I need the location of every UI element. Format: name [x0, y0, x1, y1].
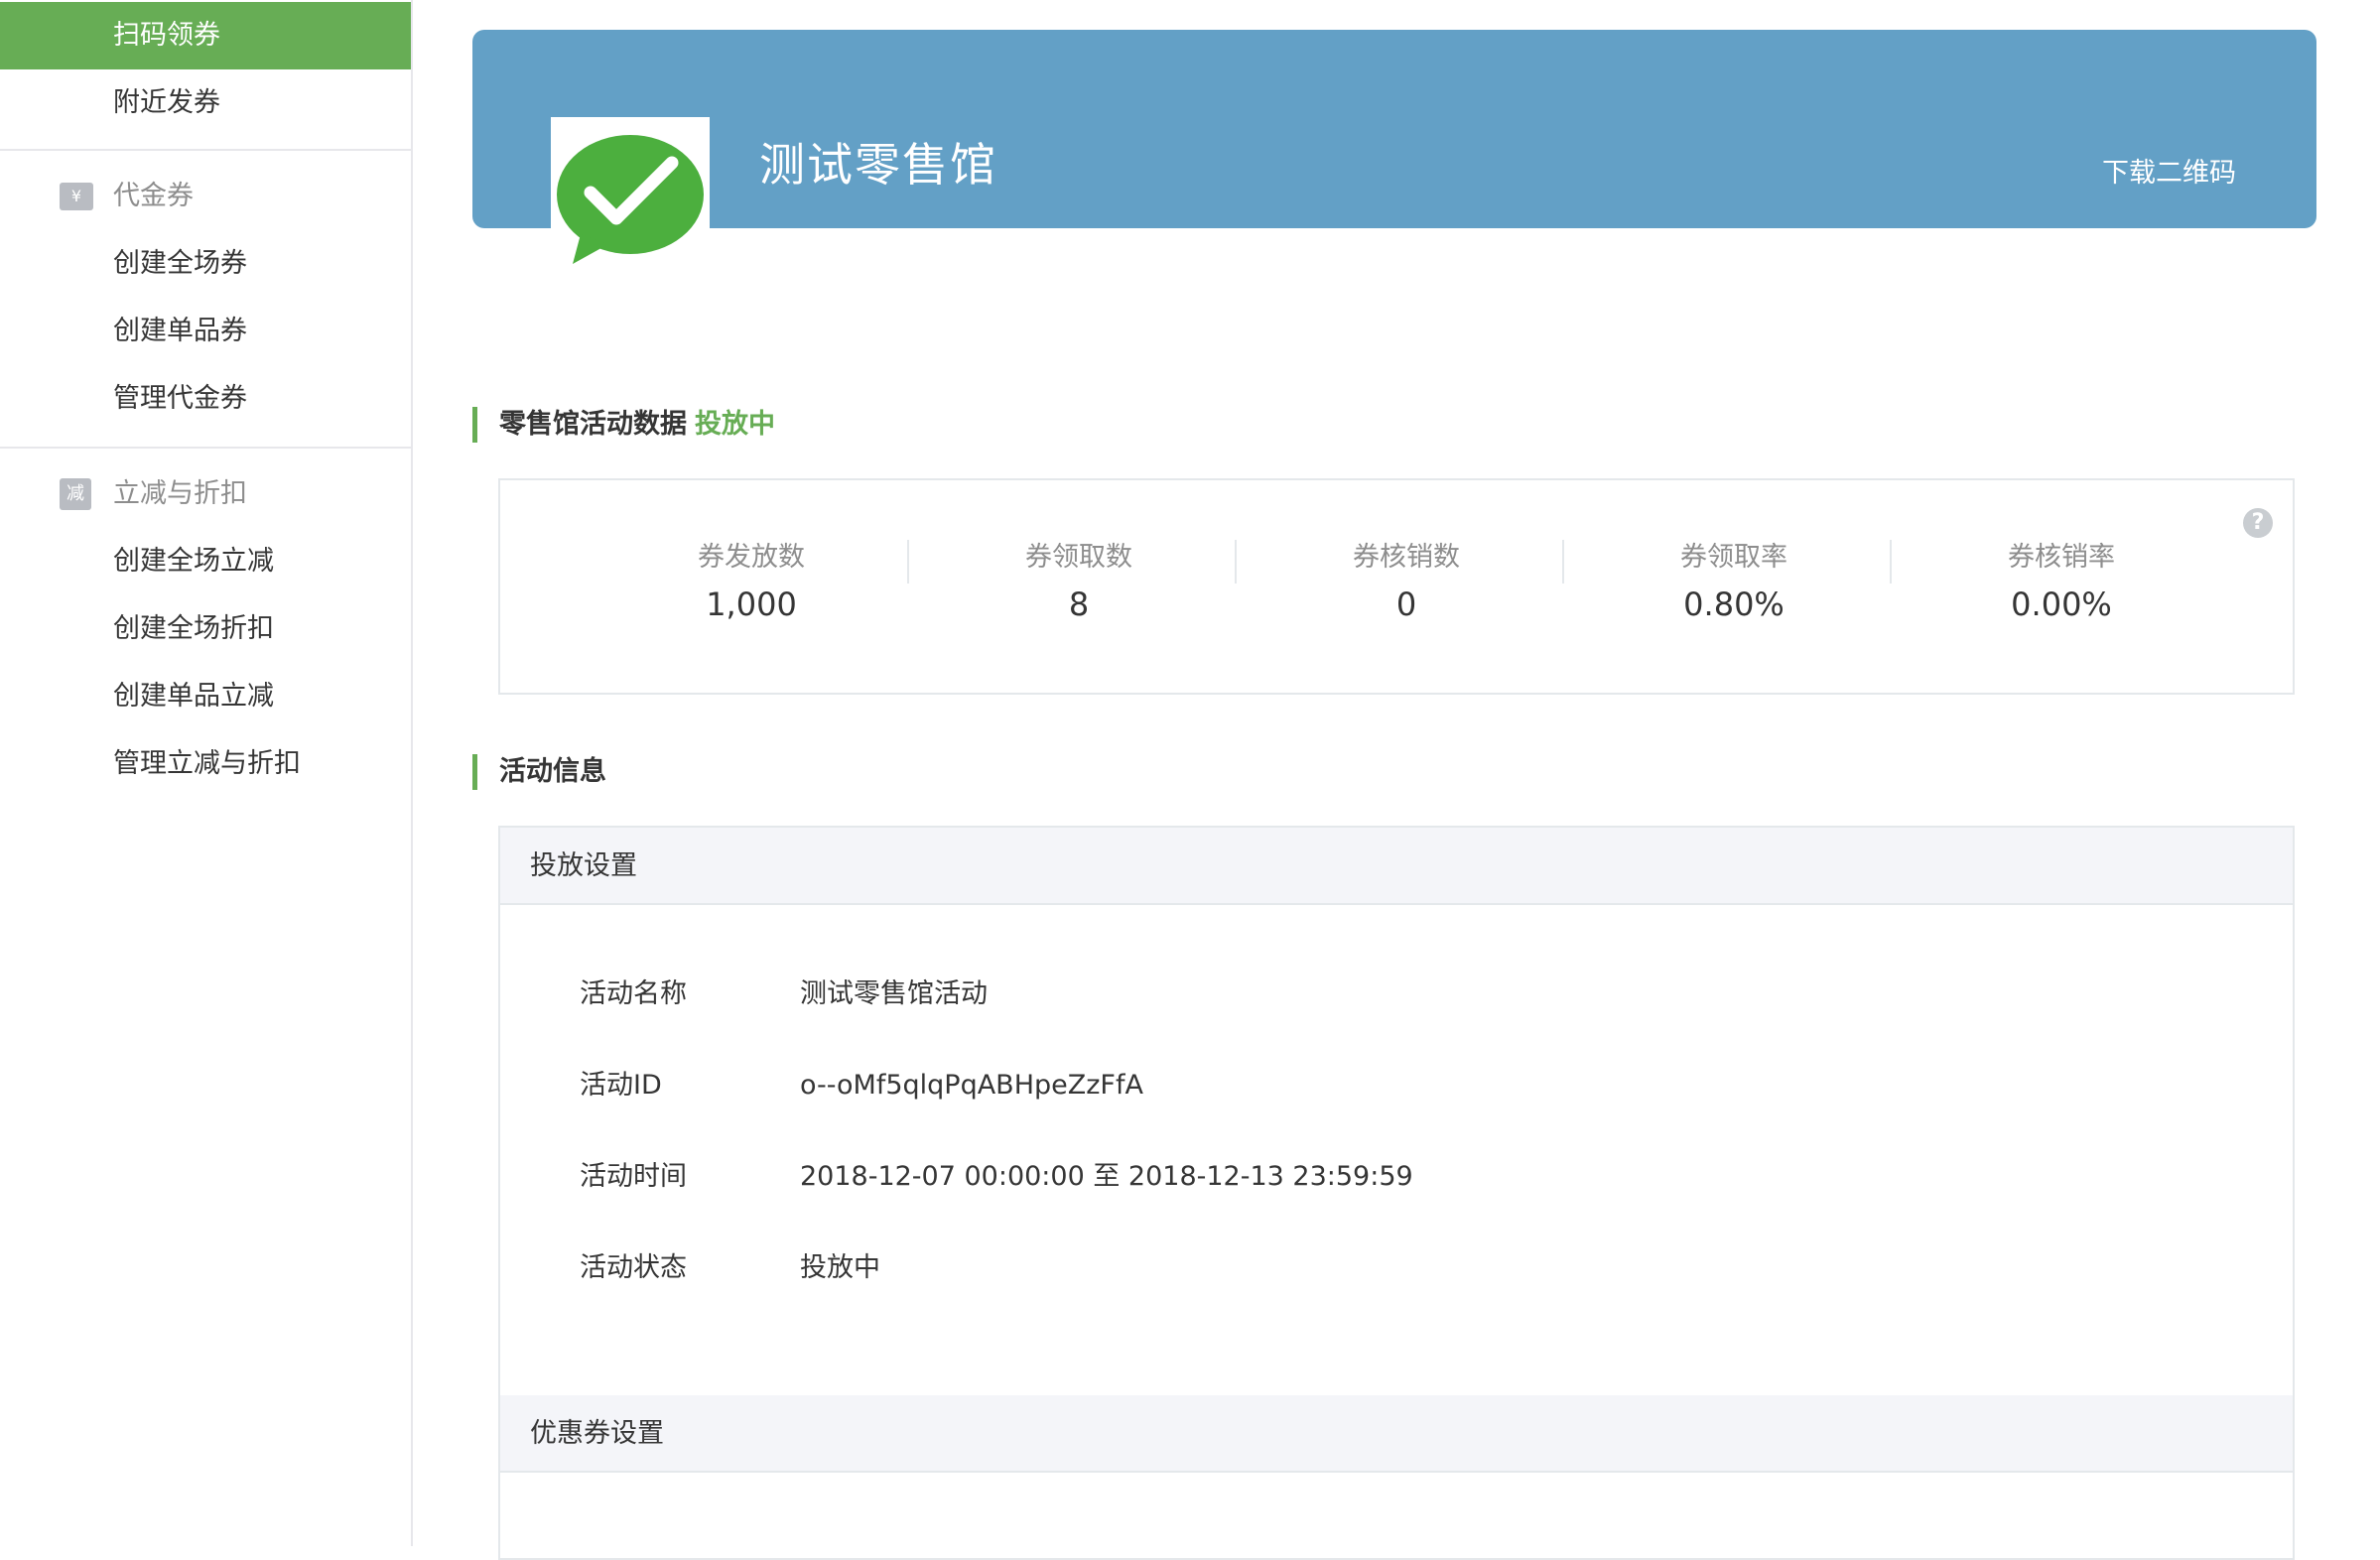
stat-value: 0 [1395, 585, 1417, 623]
info-value: 投放中 [800, 1252, 880, 1283]
panel-heading-delivery: 投放设置 [500, 828, 2293, 905]
stat-label: 券发放数 [698, 542, 805, 573]
section-title-stats: 零售馆活动数据 投放中 [472, 407, 775, 443]
sidebar-item-create-single-voucher[interactable]: 创建单品券 [0, 298, 411, 365]
header-banner [472, 30, 2316, 228]
info-value: 测试零售馆活动 [800, 978, 988, 1009]
stat-value: 0.80% [1683, 585, 1785, 623]
info-label: 活动状态 [580, 1252, 687, 1283]
sidebar-item-create-store-voucher[interactable]: 创建全场券 [0, 230, 411, 298]
sidebar-item-scan-coupon[interactable]: 扫码领券 [0, 2, 411, 69]
sidebar-item-create-store-reduction[interactable]: 创建全场立减 [0, 528, 411, 595]
stat-divider [907, 540, 909, 584]
sidebar-item-nearby-coupon[interactable]: 附近发券 [0, 69, 411, 137]
store-logo [551, 117, 710, 274]
yen-icon: ¥ [60, 183, 93, 210]
info-label: 活动时间 [580, 1161, 687, 1192]
help-circle-icon[interactable]: ? [2243, 508, 2273, 538]
page-title: 测试零售馆 [759, 138, 997, 192]
stats-box: 券发放数 1,000 券领取数 8 券核销数 0 券领取率 0.80% 券核销率… [498, 478, 2295, 695]
stat-divider [1890, 540, 1892, 584]
sidebar-group-label: 立减与折扣 [113, 478, 247, 509]
sidebar-item-manage-voucher[interactable]: 管理代金券 [0, 365, 411, 433]
stat-label: 券领取数 [1025, 542, 1132, 573]
info-label: 活动名称 [580, 978, 687, 1009]
status-badge: 投放中 [695, 409, 775, 440]
sidebar-group-voucher: ¥ 代金券 [0, 163, 411, 230]
sidebar-group-label: 代金券 [113, 181, 194, 211]
stat-issued: 券发放数 1,000 [588, 538, 915, 623]
stat-label: 券核销率 [2008, 542, 2115, 573]
stat-divider [1235, 540, 1237, 584]
panel-heading-coupon: 优惠券设置 [500, 1395, 2293, 1473]
stat-label: 券领取率 [1680, 542, 1787, 573]
stat-value: 0.00% [2011, 585, 2112, 623]
info-value: 2018-12-07 00:00:00 至 2018-12-13 23:59:5… [800, 1161, 1413, 1192]
download-qrcode-link[interactable]: 下载二维码 [2102, 151, 2236, 190]
sidebar-divider [0, 447, 411, 449]
stat-label: 券核销数 [1353, 542, 1460, 573]
stat-value: 8 [1068, 585, 1090, 623]
discount-icon: 减 [60, 478, 91, 510]
stat-redeem-rate: 券核销率 0.00% [1898, 538, 2225, 623]
sidebar: 扫码领券 附近发券 ¥ 代金券 创建全场券 创建单品券 管理代金券 减 立减与折… [0, 0, 413, 1546]
activity-info-panel: 投放设置 活动名称 测试零售馆活动 活动ID o--oMf5qlqPqABHpe… [498, 826, 2295, 1560]
stat-value: 1,000 [706, 585, 797, 623]
sidebar-divider [0, 149, 411, 151]
section-title-text: 零售馆活动数据 [499, 409, 687, 440]
sidebar-item-create-single-reduction[interactable]: 创建单品立减 [0, 663, 411, 730]
stat-redeemed: 券核销数 0 [1243, 538, 1570, 623]
sidebar-group-discount: 减 立减与折扣 [0, 460, 411, 528]
sidebar-item-manage-reduction-discount[interactable]: 管理立减与折扣 [0, 730, 411, 798]
wechat-check-logo-icon [557, 135, 704, 264]
section-title-info: 活动信息 [472, 754, 606, 790]
sidebar-item-create-store-discount[interactable]: 创建全场折扣 [0, 595, 411, 663]
info-value: o--oMf5qlqPqABHpeZzFfA [800, 1070, 1143, 1101]
stat-divider [1562, 540, 1564, 584]
stat-claim-rate: 券领取率 0.80% [1570, 538, 1898, 623]
info-label: 活动ID [580, 1070, 662, 1101]
stat-claimed: 券领取数 8 [915, 538, 1243, 623]
